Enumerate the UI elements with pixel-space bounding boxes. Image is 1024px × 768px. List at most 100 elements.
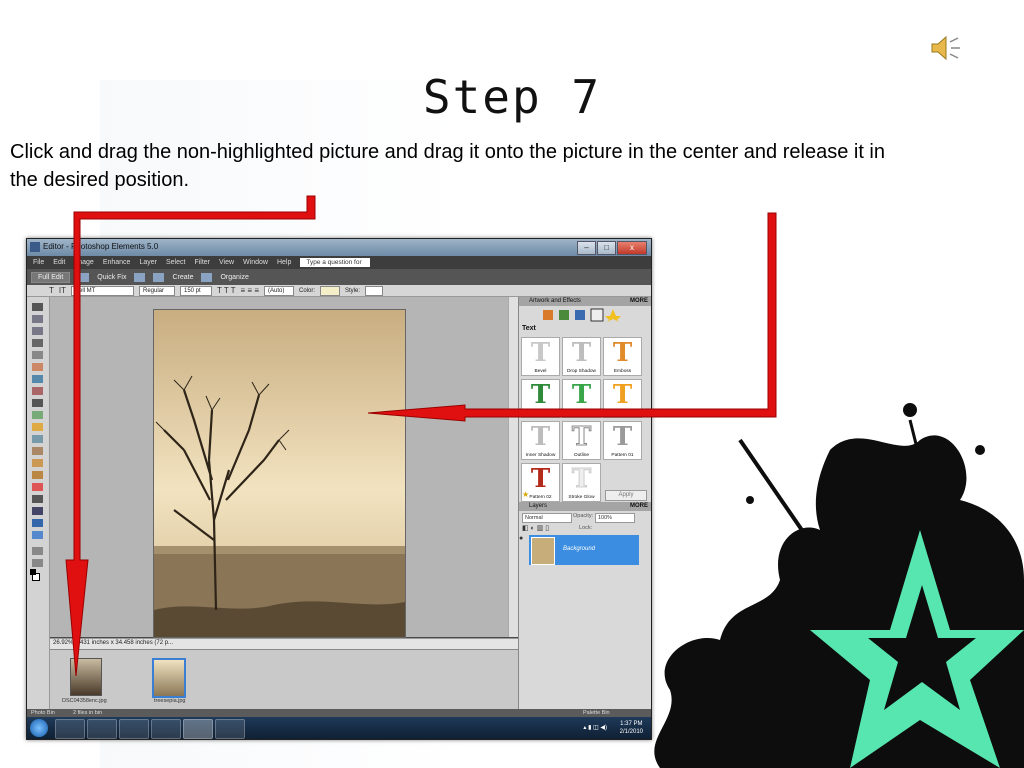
- selection-brush-tool-icon[interactable]: [32, 387, 43, 395]
- layer-action-icons[interactable]: ◧ ◐ ▥ ▯: [522, 524, 549, 532]
- start-button-icon[interactable]: [30, 719, 48, 737]
- menu-view[interactable]: View: [219, 259, 234, 266]
- taskbar-ie-icon[interactable]: [55, 719, 85, 739]
- hand-tool-icon[interactable]: [32, 327, 43, 335]
- brush-tool-icon[interactable]: [32, 495, 43, 503]
- clock[interactable]: 1:37 PM 2/1/2010: [620, 720, 643, 736]
- color-swatch[interactable]: [320, 285, 340, 296]
- red-eye-tool-icon[interactable]: [32, 447, 43, 455]
- style-inner-glow[interactable]: T Inner Glow: [603, 379, 642, 418]
- speaker-icon[interactable]: [928, 32, 964, 64]
- faux-style-icons[interactable]: T T T: [217, 286, 236, 295]
- menu-select[interactable]: Select: [166, 259, 185, 266]
- maximize-button[interactable]: □: [597, 241, 616, 255]
- close-button[interactable]: x: [617, 241, 647, 255]
- style-emboss[interactable]: T Emboss: [603, 337, 642, 376]
- style-gradient[interactable]: T Gradient: [562, 379, 601, 418]
- opacity-input[interactable]: 100%: [595, 513, 635, 523]
- font-style-select[interactable]: Regular: [139, 285, 175, 296]
- style-pattern-01[interactable]: T Pattern 01: [603, 421, 642, 460]
- clone-stamp-tool-icon[interactable]: [32, 471, 43, 479]
- print-icon[interactable]: [134, 272, 146, 282]
- windows-taskbar: ▴ ▮ ◫ ◀) 1:37 PM 2/1/2010: [27, 717, 651, 739]
- minimize-button[interactable]: –: [577, 241, 596, 255]
- layer-row-background[interactable]: Background: [529, 535, 639, 565]
- taskbar-photoshop-icon[interactable]: [183, 719, 213, 739]
- share-icon[interactable]: [153, 272, 165, 282]
- menu-layer[interactable]: Layer: [139, 259, 157, 266]
- artwork-category-icons[interactable]: [541, 308, 621, 322]
- style-gradient-stroke[interactable]: T Gradient Stroke: [521, 379, 560, 418]
- toolbox: [27, 297, 50, 709]
- help-search-input[interactable]: Type a question for help: [300, 258, 371, 275]
- photo-bin-toggle[interactable]: Photo Bin: [31, 710, 55, 716]
- magic-wand-tool-icon[interactable]: [32, 375, 43, 383]
- window-titlebar[interactable]: Editor - Photoshop Elements 5.0 – □ x: [27, 239, 651, 256]
- shape-tool-icon[interactable]: [32, 531, 43, 539]
- menu-image[interactable]: Image: [74, 259, 93, 266]
- eyedropper-tool-icon[interactable]: [32, 339, 43, 347]
- taskbar-paint-icon[interactable]: [215, 719, 245, 739]
- font-size-select[interactable]: 150 pt: [180, 285, 212, 296]
- zoom-tool-icon[interactable]: [32, 315, 43, 323]
- bin-thumb-dsc04358[interactable]: [70, 658, 102, 696]
- taskbar-media-icon[interactable]: [119, 719, 149, 739]
- style-outline[interactable]: T Outline: [562, 421, 601, 460]
- style-drop-shadow[interactable]: T Drop Shadow: [562, 337, 601, 376]
- taskbar-explorer-icon[interactable]: [87, 719, 117, 739]
- sponge-tool-icon[interactable]: [32, 559, 43, 567]
- visibility-eye-icon[interactable]: ●: [519, 535, 523, 542]
- style-picker[interactable]: [365, 285, 384, 296]
- style-stroke-glow[interactable]: T Stroke Glow: [562, 463, 601, 502]
- type-tool-box-icon[interactable]: [32, 399, 43, 407]
- type-tool-icon[interactable]: T: [49, 286, 54, 295]
- palette-bin-toggle[interactable]: Palette Bin: [583, 710, 610, 716]
- menu-enhance[interactable]: Enhance: [103, 259, 131, 266]
- system-tray-icons[interactable]: ▴ ▮ ◫ ◀): [583, 724, 607, 731]
- straighten-tool-icon[interactable]: [32, 435, 43, 443]
- zoom-level[interactable]: 26.92%: [53, 640, 73, 646]
- blend-mode-select[interactable]: Normal: [522, 513, 572, 523]
- gradient-tool-icon[interactable]: [32, 519, 43, 527]
- menu-file[interactable]: File: [33, 259, 44, 266]
- apply-button[interactable]: Apply: [605, 490, 647, 501]
- artwork-more-button[interactable]: MORE: [630, 297, 648, 306]
- layers-more-button[interactable]: MORE: [630, 502, 648, 511]
- favorite-star-icon[interactable]: ★: [522, 490, 529, 499]
- canvas-area[interactable]: [50, 297, 518, 638]
- full-edit-tab[interactable]: Full Edit: [31, 271, 71, 283]
- menu-edit[interactable]: Edit: [53, 259, 65, 266]
- crop-tool-icon[interactable]: [32, 411, 43, 419]
- artwork-effects-header[interactable]: Artwork and Effects MORE: [519, 297, 651, 306]
- style-inner-shadow[interactable]: T Inner Shadow: [521, 421, 560, 460]
- quick-fix-tab[interactable]: Quick Fix: [97, 274, 126, 281]
- menu-window[interactable]: Window: [243, 259, 268, 266]
- leading-select[interactable]: (Auto): [263, 285, 294, 296]
- create-button[interactable]: Create: [172, 274, 193, 281]
- taskbar-powerpoint-icon[interactable]: [151, 719, 181, 739]
- bin-thumb-treesepia[interactable]: [152, 658, 186, 698]
- move-tool-icon[interactable]: [32, 303, 43, 311]
- align-icons[interactable]: ≡ ≡ ≡: [241, 286, 259, 295]
- layer-name: Background: [563, 546, 596, 552]
- foreground-color-swatch[interactable]: [30, 569, 36, 575]
- lasso-tool-icon[interactable]: [32, 363, 43, 371]
- artwork-effects-title: Artwork and Effects: [529, 298, 581, 304]
- layers-title: Layers: [529, 503, 548, 509]
- healing-brush-tool-icon[interactable]: [32, 459, 43, 467]
- ink-splat-decoration: [654, 403, 1024, 768]
- type-orientation-icon[interactable]: IT: [59, 286, 66, 295]
- blur-tool-icon[interactable]: [32, 547, 43, 555]
- clock-time: 1:37 PM: [620, 721, 643, 727]
- menu-filter[interactable]: Filter: [194, 259, 210, 266]
- font-family-select[interactable]: Bell MT: [71, 285, 134, 296]
- eraser-tool-icon[interactable]: [32, 483, 43, 491]
- style-bevel[interactable]: T Bevel: [521, 337, 560, 376]
- paint-bucket-tool-icon[interactable]: [32, 507, 43, 515]
- menu-help[interactable]: Help: [277, 259, 291, 266]
- cookie-cutter-tool-icon[interactable]: [32, 423, 43, 431]
- organize-button[interactable]: Organize: [220, 274, 248, 281]
- layers-header[interactable]: Layers MORE: [519, 502, 651, 511]
- tree-photo[interactable]: [153, 309, 406, 638]
- marquee-tool-icon[interactable]: [32, 351, 43, 359]
